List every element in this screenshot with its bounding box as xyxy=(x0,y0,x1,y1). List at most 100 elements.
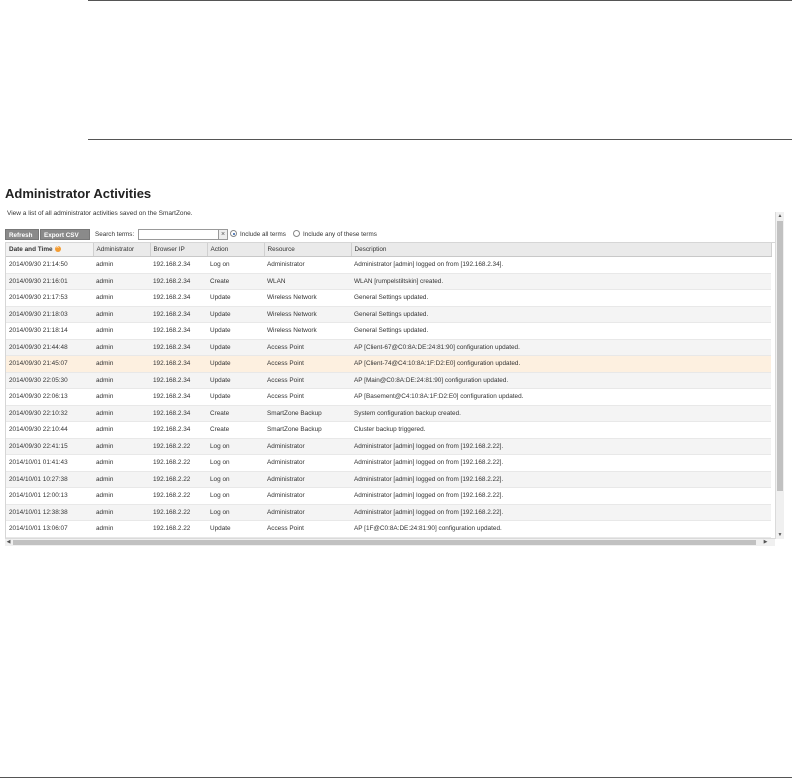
activities-table: Date and Time ⌃ Administrator Browser IP … xyxy=(6,243,772,538)
table-row[interactable]: 2014/09/30 21:44:48 admin 192.168.2.34 Upda… xyxy=(6,339,771,356)
table-cell: Update xyxy=(207,520,264,538)
table-row[interactable]: 2014/10/01 13:06:07 admin 192.168.2.22 Upda… xyxy=(6,520,771,538)
table-cell: Administrator [admin] logged on from [19… xyxy=(351,454,771,472)
clear-search-icon[interactable]: × xyxy=(218,229,228,240)
table-cell: admin xyxy=(93,454,150,472)
table-row[interactable]: 2014/10/01 01:41:43 admin 192.168.2.22 Log … xyxy=(6,454,771,472)
table-cell: 2014/09/30 21:17:53 xyxy=(6,289,93,307)
table-cell: admin xyxy=(93,520,150,538)
column-header-browser-ip[interactable]: Browser IP xyxy=(150,243,208,257)
table-row[interactable]: 2014/09/30 21:18:03 admin 192.168.2.34 Upda… xyxy=(6,306,771,323)
table-cell: Access Point xyxy=(264,339,351,356)
table-cell: admin xyxy=(93,471,150,488)
table-cell: 192.168.2.34 xyxy=(150,405,207,422)
table-cell: 2014/10/01 10:27:38 xyxy=(6,471,93,488)
include-all-label: Include all terms xyxy=(240,231,286,238)
sort-asc-icon[interactable]: ⌃ xyxy=(54,246,61,253)
horizontal-scroll-thumb[interactable] xyxy=(13,540,756,545)
column-header-label: Resource xyxy=(267,246,295,253)
table-row[interactable]: 2014/10/01 12:38:38 admin 192.168.2.22 Log … xyxy=(6,504,771,521)
page-description: View a list of all administrator activit… xyxy=(7,210,193,217)
column-header-action[interactable]: Action xyxy=(207,243,265,257)
table-cell: Administrator xyxy=(264,471,351,488)
table-row[interactable]: 2014/10/01 12:00:13 admin 192.168.2.22 Log … xyxy=(6,487,771,505)
column-header-administrator[interactable]: Administrator xyxy=(93,243,151,257)
table-cell: admin xyxy=(93,438,150,455)
table-row[interactable]: 2014/09/30 22:06:13 admin 192.168.2.34 Upda… xyxy=(6,388,771,406)
table-cell: Access Point xyxy=(264,388,351,406)
table-cell: 2014/10/01 01:41:43 xyxy=(6,454,93,472)
table-row[interactable]: 2014/09/30 21:17:53 admin 192.168.2.34 Upda… xyxy=(6,289,771,307)
column-header-label: Action xyxy=(210,246,229,253)
table-cell: admin xyxy=(93,388,150,406)
table-row[interactable]: 2014/09/30 21:45:07 admin 192.168.2.34 Upda… xyxy=(6,355,771,373)
table-cell: 192.168.2.34 xyxy=(150,306,207,323)
table-row[interactable]: 2014/09/30 21:14:50 admin 192.168.2.34 Log … xyxy=(6,256,771,274)
table-row[interactable]: 2014/09/30 22:10:32 admin 192.168.2.34 Crea… xyxy=(6,405,771,422)
table-cell: Update xyxy=(207,372,264,389)
table-cell: Wireless Network xyxy=(264,306,351,323)
bottom-divider xyxy=(0,777,792,778)
table-cell: 2014/09/30 22:10:44 xyxy=(6,421,93,439)
column-header-description[interactable]: Description xyxy=(351,243,772,257)
scroll-left-icon[interactable]: ◀ xyxy=(5,539,12,546)
table-cell: 2014/09/30 21:45:07 xyxy=(6,355,93,373)
table-cell: 192.168.2.22 xyxy=(150,471,207,488)
refresh-button[interactable]: Refresh xyxy=(5,229,39,240)
table-cell: admin xyxy=(93,273,150,290)
middle-divider xyxy=(88,139,792,140)
column-header-label: Administrator xyxy=(96,246,135,253)
table-cell: Log on xyxy=(207,438,264,455)
table-cell: Administrator xyxy=(264,487,351,505)
table-cell: Log on xyxy=(207,471,264,488)
table-row[interactable]: 2014/09/30 21:16:01 admin 192.168.2.34 Crea… xyxy=(6,273,771,290)
search-label: Search terms: xyxy=(95,231,135,238)
table-row[interactable]: 2014/09/30 22:41:15 admin 192.168.2.22 Log … xyxy=(6,438,771,455)
table-cell: 2014/09/30 22:05:30 xyxy=(6,372,93,389)
column-header-date-time[interactable]: Date and Time ⌃ xyxy=(6,243,94,257)
table-cell: Administrator [admin] logged on from [19… xyxy=(351,471,771,488)
scroll-right-icon[interactable]: ▶ xyxy=(762,539,769,546)
table-row[interactable]: 2014/09/30 21:18:14 admin 192.168.2.34 Upda… xyxy=(6,322,771,340)
table-cell: Update xyxy=(207,388,264,406)
table-cell: Administrator xyxy=(264,256,351,274)
table-cell: 2014/09/30 21:16:01 xyxy=(6,273,93,290)
table-cell: admin xyxy=(93,405,150,422)
scroll-up-icon[interactable]: ▲ xyxy=(776,212,784,220)
table-cell: 192.168.2.34 xyxy=(150,372,207,389)
table-cell: AP [Client-74@C4:10:8A:1F:D2:E0] configu… xyxy=(351,355,771,373)
table-cell: Log on xyxy=(207,256,264,274)
vertical-scrollbar[interactable]: ▲ ▼ xyxy=(775,212,784,539)
table-cell: AP [Basement@C4:10:8A:1F:D2:E0] configur… xyxy=(351,388,771,406)
include-all-radio[interactable] xyxy=(230,230,237,237)
table-cell: 192.168.2.34 xyxy=(150,322,207,340)
table-header-row: Date and Time ⌃ Administrator Browser IP … xyxy=(6,243,772,257)
table-cell: Create xyxy=(207,421,264,439)
table-cell: 192.168.2.34 xyxy=(150,388,207,406)
table-cell: Administrator xyxy=(264,504,351,521)
table-cell: 192.168.2.34 xyxy=(150,355,207,373)
toolbar: Refresh Export CSV Search terms: × Inclu… xyxy=(5,229,775,241)
table-cell: Update xyxy=(207,355,264,373)
column-header-resource[interactable]: Resource xyxy=(264,243,352,257)
table-row[interactable]: 2014/09/30 22:05:30 admin 192.168.2.34 Upda… xyxy=(6,372,771,389)
table-cell: Update xyxy=(207,339,264,356)
vertical-scroll-thumb[interactable] xyxy=(777,221,783,491)
table-cell: 192.168.2.22 xyxy=(150,504,207,521)
export-csv-button[interactable]: Export CSV xyxy=(40,229,90,240)
table-row[interactable]: 2014/10/01 10:27:38 admin 192.168.2.22 Log … xyxy=(6,471,771,488)
table-cell: admin xyxy=(93,487,150,505)
table-cell: admin xyxy=(93,339,150,356)
table-cell: 192.168.2.34 xyxy=(150,339,207,356)
search-input[interactable] xyxy=(138,229,225,240)
table-cell: 2014/09/30 21:18:14 xyxy=(6,322,93,340)
table-cell: 192.168.2.22 xyxy=(150,520,207,538)
horizontal-scrollbar[interactable]: ◀ ▶ xyxy=(5,538,775,546)
table-cell: admin xyxy=(93,504,150,521)
scroll-down-icon[interactable]: ▼ xyxy=(776,531,784,539)
table-cell: Update xyxy=(207,306,264,323)
table-cell: admin xyxy=(93,306,150,323)
include-any-radio[interactable] xyxy=(293,230,300,237)
table-row[interactable]: 2014/09/30 22:10:44 admin 192.168.2.34 Crea… xyxy=(6,421,771,439)
column-header-label: Description xyxy=(354,246,387,253)
